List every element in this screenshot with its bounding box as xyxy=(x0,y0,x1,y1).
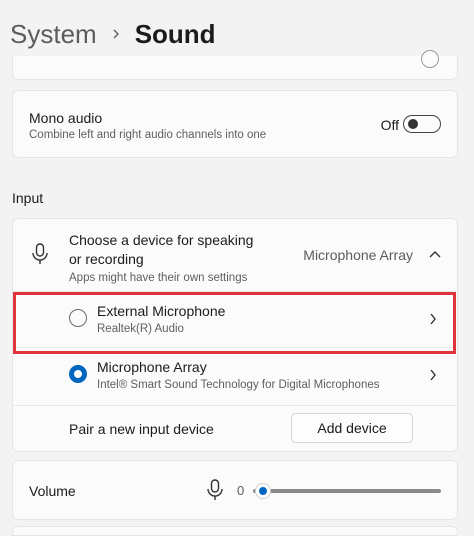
breadcrumb-system-link[interactable]: System xyxy=(10,19,97,50)
device-name: Microphone Array xyxy=(97,359,207,375)
page-title: Sound xyxy=(134,18,216,49)
choose-device-subtitle: Apps might have their own settings xyxy=(69,272,248,284)
volume-slider-thumb[interactable] xyxy=(255,483,271,499)
microphone-icon xyxy=(207,479,223,500)
device-option-external-microphone[interactable]: External Microphone Realtek(R) Audio xyxy=(13,291,457,348)
chevron-right-icon[interactable] xyxy=(429,313,437,325)
volume-slider[interactable] xyxy=(253,483,441,499)
breadcrumb: System Sound xyxy=(10,14,216,54)
previous-setting-radio[interactable] xyxy=(421,50,439,68)
choose-input-device-row[interactable]: Choose a device for speaking or recordin… xyxy=(13,219,457,292)
previous-setting-card xyxy=(12,50,458,80)
device-driver: Realtek(R) Audio xyxy=(97,323,184,335)
toggle-knob xyxy=(408,119,418,129)
mono-audio-title: Mono audio xyxy=(29,110,103,126)
microphone-array-radio[interactable] xyxy=(69,365,87,383)
input-device-card: Choose a device for speaking or recordin… xyxy=(12,218,458,452)
choose-device-title: Choose a device for speaking or recordin… xyxy=(69,232,254,267)
microphone-icon xyxy=(32,243,48,264)
selected-input-device: Microphone Array xyxy=(303,247,413,263)
device-option-microphone-array[interactable]: Microphone Array Intel® Smart Sound Tech… xyxy=(13,347,457,406)
chevron-right-icon[interactable] xyxy=(429,369,437,381)
input-volume-card: Volume 0 xyxy=(12,460,458,520)
pair-input-device-row: Pair a new input device Add device xyxy=(13,405,457,451)
device-driver: Intel® Smart Sound Technology for Digita… xyxy=(97,379,380,391)
add-device-button[interactable]: Add device xyxy=(291,413,413,443)
mono-audio-description: Combine left and right audio channels in… xyxy=(29,129,267,141)
chevron-right-icon xyxy=(113,29,119,39)
input-section-heading: Input xyxy=(12,190,44,206)
next-setting-card xyxy=(12,526,458,536)
external-microphone-radio[interactable] xyxy=(69,309,87,327)
mono-audio-toggle[interactable] xyxy=(403,115,441,133)
mono-audio-card: Mono audio Combine left and right audio … xyxy=(12,90,458,158)
chevron-up-icon[interactable] xyxy=(429,249,441,259)
volume-label: Volume xyxy=(29,483,76,499)
volume-value: 0 xyxy=(237,483,245,498)
pair-input-device-label: Pair a new input device xyxy=(69,421,214,437)
device-name: External Microphone xyxy=(97,303,226,319)
mono-audio-state-label: Off xyxy=(380,117,399,133)
